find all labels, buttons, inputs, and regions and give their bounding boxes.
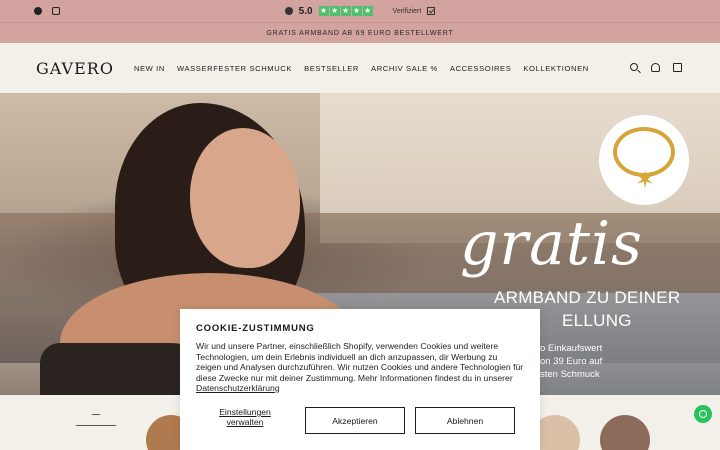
strip-dash xyxy=(92,414,100,415)
cookie-text: Wir und unsere Partner, einschließlich S… xyxy=(196,341,524,394)
instagram-icon[interactable] xyxy=(52,7,60,15)
accept-button[interactable]: Akzeptieren xyxy=(305,407,405,434)
promo-bar: GRATIS ARMBAND AB 69 EURO BESTELLWERT xyxy=(0,7,720,43)
whatsapp-icon xyxy=(699,410,707,418)
facebook-icon[interactable] xyxy=(34,7,42,15)
hero-headline: gratis xyxy=(460,209,643,279)
nav-kollektionen[interactable]: KOLLEKTIONEN xyxy=(523,64,588,73)
search-icon[interactable] xyxy=(630,63,638,71)
star-icon: ★ xyxy=(340,6,351,16)
cookie-body-text: Wir und unsere Partner, einschließlich S… xyxy=(196,341,524,383)
nav-accessoires[interactable]: ACCESSOIRES xyxy=(450,64,511,73)
hero-small-line-2: on 39 Euro auf xyxy=(540,356,603,367)
starfish-charm-icon: ✶ xyxy=(635,167,656,194)
whatsapp-button[interactable] xyxy=(694,405,712,423)
nav-archiv-sale[interactable]: ARCHIV SALE % xyxy=(371,64,438,73)
manage-settings-button[interactable]: Einstellungen verwalten xyxy=(210,407,280,427)
bracelet-image: ✶ xyxy=(599,115,689,205)
privacy-policy-link[interactable]: Datenschutzerklärung xyxy=(196,383,280,393)
star-icon: ★ xyxy=(351,6,362,16)
account-icon[interactable] xyxy=(651,63,660,72)
header-icons xyxy=(630,63,682,72)
strip-underline xyxy=(76,425,116,426)
rating-bar: 5.0 ★ ★ ★ ★ ★ Verifiziert xyxy=(0,0,720,22)
rating-badge-icon xyxy=(284,7,293,15)
main-nav: NEW IN WASSERFESTER SCHMUCK BESTSELLER A… xyxy=(134,64,589,73)
verified-check-icon xyxy=(427,7,436,15)
hero-subheadline-1: ARMBAND ZU DEINER xyxy=(494,288,681,307)
hero-small-text: o Einkaufswert on 39 Euro auf sten Schmu… xyxy=(540,342,602,381)
rating-stars: ★ ★ ★ ★ ★ xyxy=(318,6,373,16)
verified-label: Verifiziert xyxy=(392,7,422,15)
star-icon: ★ xyxy=(318,6,329,16)
logo[interactable]: GAVERO xyxy=(36,59,114,78)
hero-small-line-1: o Einkaufswert xyxy=(540,343,603,354)
social-links xyxy=(34,7,60,15)
hero-small-line-3: sten Schmuck xyxy=(540,369,600,380)
cookie-title: COOKIE-ZUSTIMMUNG xyxy=(196,323,315,334)
model-face xyxy=(190,128,300,268)
cart-icon[interactable] xyxy=(673,63,682,72)
star-icon: ★ xyxy=(362,6,373,16)
rating-score: 5.0 xyxy=(298,5,313,17)
site-header: GAVERO NEW IN WASSERFESTER SCHMUCK BESTS… xyxy=(0,43,720,93)
cookie-consent-dialog: COOKIE-ZUSTIMMUNG Wir und unsere Partner… xyxy=(180,309,540,450)
nav-wasserfester-schmuck[interactable]: WASSERFESTER SCHMUCK xyxy=(177,64,292,73)
hero-subheadline-2: ELLUNG xyxy=(562,311,632,330)
cookie-actions: Einstellungen verwalten Akzeptieren Able… xyxy=(196,407,526,435)
reject-button[interactable]: Ablehnen xyxy=(415,407,515,434)
category-thumb[interactable] xyxy=(600,415,650,450)
promo-text: GRATIS ARMBAND AB 69 EURO BESTELLWERT xyxy=(266,29,454,37)
nav-bestseller[interactable]: BESTSELLER xyxy=(304,64,359,73)
star-icon: ★ xyxy=(329,6,340,16)
nav-new-in[interactable]: NEW IN xyxy=(134,64,165,73)
